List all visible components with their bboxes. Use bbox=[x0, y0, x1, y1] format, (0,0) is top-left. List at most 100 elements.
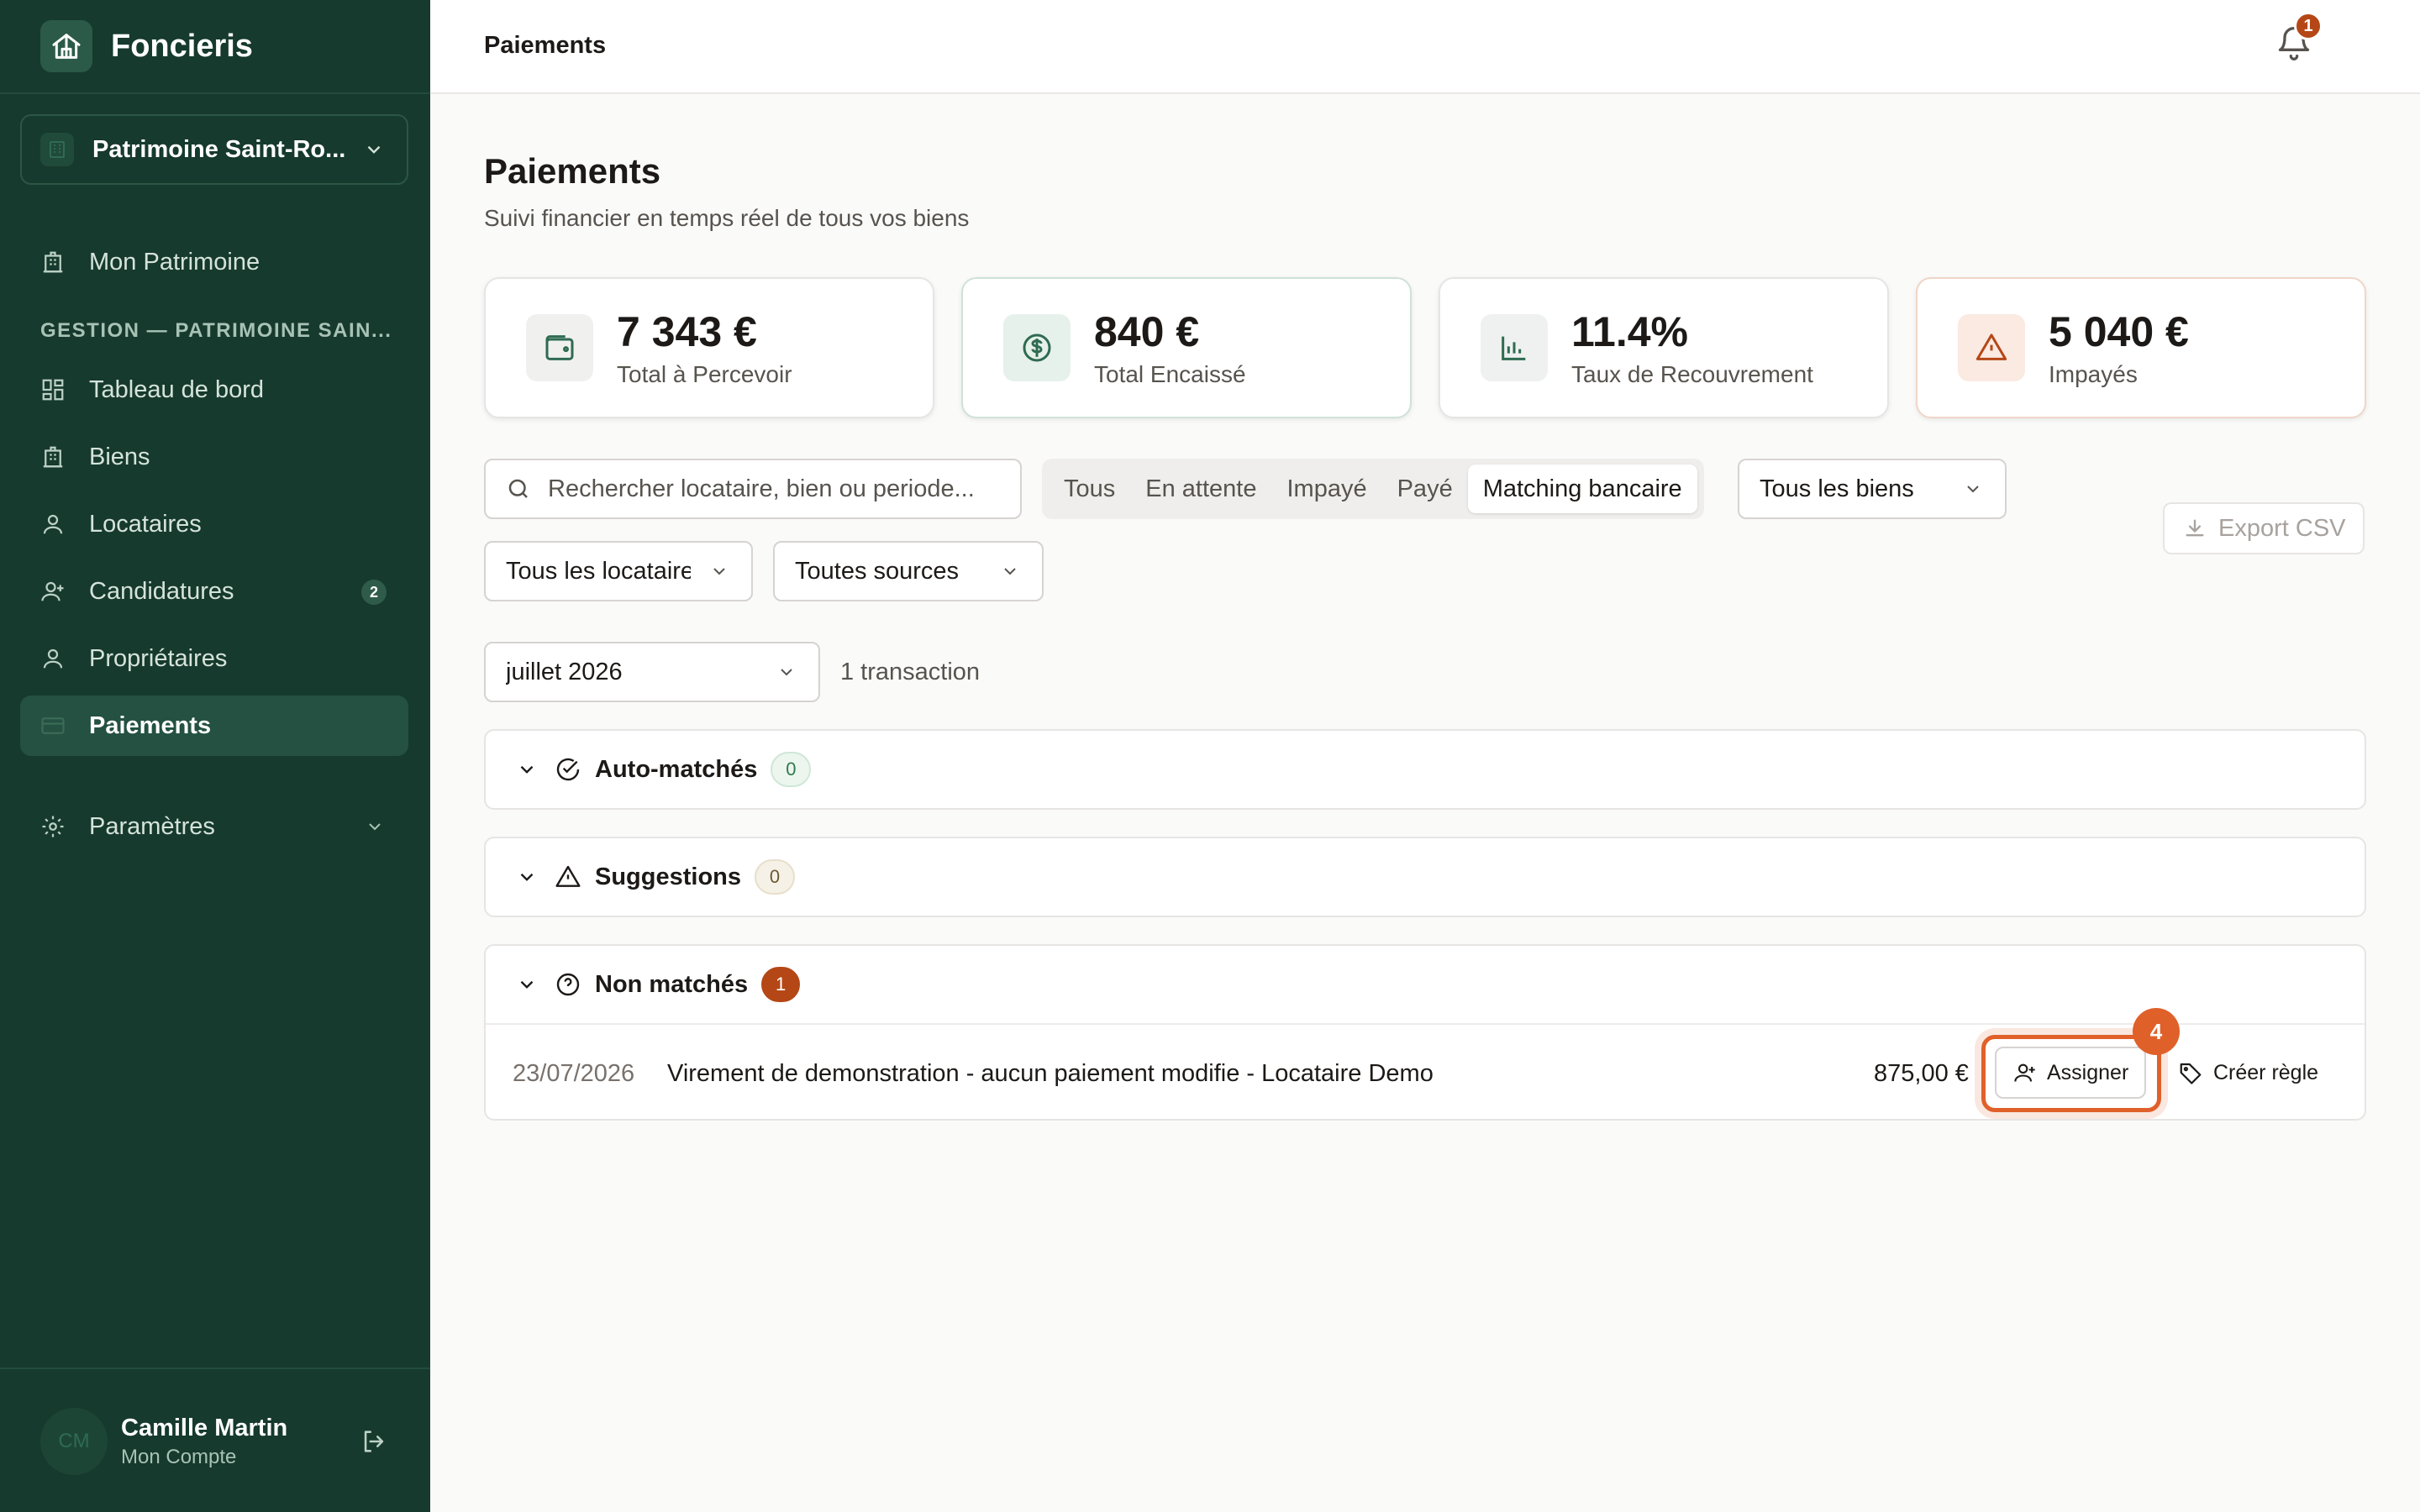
card-icon bbox=[39, 711, 67, 740]
export-label: Export CSV bbox=[2218, 514, 2346, 542]
kpi-card-taux-recouvrement: 11.4% Taux de Recouvrement bbox=[1439, 277, 1889, 418]
group-title: Non matchés bbox=[595, 970, 749, 998]
dollar-icon bbox=[1003, 314, 1071, 381]
chevron-down-icon bbox=[369, 823, 381, 831]
group-title: Suggestions bbox=[595, 863, 742, 890]
chevron-down-icon bbox=[781, 669, 792, 676]
select-value: juillet 2026 bbox=[506, 658, 623, 685]
sidebar-item-biens[interactable]: Biens bbox=[20, 427, 408, 487]
sidebar-item-paiements[interactable]: Paiements bbox=[20, 696, 408, 756]
house-logo-icon bbox=[40, 20, 92, 72]
warning-icon bbox=[1958, 314, 2025, 381]
sidebar-item-label: Tableau de bord bbox=[89, 375, 264, 403]
export-csv-button[interactable]: Export CSV bbox=[2163, 502, 2365, 554]
sidebar-item-label: Locataires bbox=[89, 510, 202, 538]
workspace-selector[interactable]: Patrimoine Saint-Ro... bbox=[20, 114, 408, 185]
sidebar-item-label: Biens bbox=[89, 443, 150, 470]
select-value: Toutes sources bbox=[795, 557, 960, 585]
sidebar-item-label: Mon Patrimoine bbox=[89, 248, 260, 276]
user-plus-icon bbox=[39, 577, 67, 606]
transaction-amount: 875,00 € bbox=[1874, 1060, 1969, 1087]
group-header[interactable]: Non matchés 1 bbox=[486, 946, 2365, 1025]
assign-label: Assigner bbox=[2047, 1060, 2129, 1084]
app-name: Foncieris bbox=[111, 28, 253, 64]
user-profile[interactable]: CM Camille Martin Mon Compte bbox=[40, 1401, 388, 1482]
search-icon bbox=[508, 479, 528, 498]
kpi-value: 11.4% bbox=[1571, 308, 1689, 355]
chevron-down-icon bbox=[713, 568, 725, 575]
workspace-name: Patrimoine Saint-Ro... bbox=[92, 135, 346, 163]
sidebar-item-tableau-de-bord[interactable]: Tableau de bord bbox=[20, 360, 408, 420]
kpi-value: 7 343 € bbox=[617, 308, 757, 355]
create-rule-label: Créer règle bbox=[2213, 1060, 2319, 1084]
step-badge: 4 bbox=[2133, 1008, 2180, 1055]
bar-chart-icon bbox=[1481, 314, 1548, 381]
notification-badge: 1 bbox=[2294, 12, 2323, 40]
topbar: Paiements 1 bbox=[430, 0, 2420, 94]
sidebar-item-mon-patrimoine[interactable]: Mon Patrimoine bbox=[20, 232, 408, 292]
sidebar-item-locataires[interactable]: Locataires bbox=[20, 494, 408, 554]
chevron-down-icon bbox=[520, 873, 534, 881]
status-tabs: Tous En attente Impayé Payé Matching ban… bbox=[1042, 459, 1704, 519]
download-icon bbox=[2186, 519, 2204, 537]
help-circle-icon bbox=[555, 971, 581, 998]
kpi-value: 840 € bbox=[1094, 308, 1200, 355]
tab-paye[interactable]: Payé bbox=[1382, 465, 1468, 513]
month-select[interactable]: juillet 2026 bbox=[484, 642, 820, 702]
sidebar-item-candidatures[interactable]: Candidatures 2 bbox=[20, 561, 408, 622]
group-auto-matches[interactable]: Auto-matchés 0 bbox=[484, 729, 2366, 810]
biens-select[interactable]: Tous les biens bbox=[1738, 459, 2007, 519]
logout-icon[interactable] bbox=[360, 1427, 388, 1456]
building-icon bbox=[40, 133, 74, 166]
sidebar-item-label: Paiements bbox=[89, 711, 212, 739]
tab-matching-bancaire[interactable]: Matching bancaire bbox=[1467, 465, 1697, 513]
dashboard-icon bbox=[39, 375, 67, 404]
user-icon bbox=[39, 644, 67, 673]
user-subtitle: Mon Compte bbox=[121, 1445, 237, 1468]
search-input[interactable]: Rechercher locataire, bien ou periode... bbox=[484, 459, 1022, 519]
sidebar: Foncieris Patrimoine Saint-Ro... Mon Pat… bbox=[0, 0, 430, 1512]
user-icon bbox=[39, 510, 67, 538]
group-suggestions[interactable]: Suggestions 0 bbox=[484, 837, 2366, 917]
group-non-matches: Non matchés 1 23/07/2026 Virement de dem… bbox=[484, 944, 2366, 1121]
kpi-value: 5 040 € bbox=[2049, 308, 2189, 355]
chevron-down-icon bbox=[1967, 486, 1979, 493]
topbar-title: Paiements bbox=[484, 32, 607, 59]
kpi-label: Total Encaissé bbox=[1094, 361, 1246, 387]
kpi-label: Taux de Recouvrement bbox=[1571, 361, 1813, 387]
kpi-label: Impayés bbox=[2049, 361, 2138, 387]
sidebar-item-label: Propriétaires bbox=[89, 644, 228, 672]
warning-icon bbox=[555, 864, 581, 890]
sidebar-item-proprietaires[interactable]: Propriétaires bbox=[20, 628, 408, 689]
page-subtitle: Suivi financier en temps réel de tous vo… bbox=[484, 205, 970, 231]
kpi-label: Total à Percevoir bbox=[617, 361, 792, 387]
sidebar-item-parametres[interactable]: Paramètres bbox=[20, 796, 408, 857]
group-count-badge: 0 bbox=[755, 859, 796, 895]
avatar: CM bbox=[40, 1408, 108, 1475]
create-rule-button[interactable]: Créer règle bbox=[2178, 1047, 2318, 1099]
wallet-icon bbox=[526, 314, 593, 381]
chevron-down-icon bbox=[367, 145, 381, 154]
sidebar-item-label: Candidatures bbox=[89, 577, 234, 605]
tab-tous[interactable]: Tous bbox=[1049, 465, 1130, 513]
app-logo[interactable]: Foncieris bbox=[40, 20, 253, 72]
tab-en-attente[interactable]: En attente bbox=[1130, 465, 1271, 513]
select-value: Tous les biens bbox=[1760, 475, 1914, 502]
tab-impaye[interactable]: Impayé bbox=[1271, 465, 1381, 513]
locataires-select[interactable]: Tous les locataires bbox=[484, 541, 753, 601]
chevron-down-icon bbox=[1004, 568, 1016, 575]
building-icon bbox=[39, 443, 67, 471]
check-circle-icon bbox=[555, 756, 581, 783]
user-name: Camille Martin bbox=[121, 1414, 288, 1441]
sidebar-item-label: Paramètres bbox=[89, 812, 215, 840]
user-plus-icon bbox=[2014, 1063, 2035, 1082]
assign-button[interactable]: Assigner bbox=[1995, 1047, 2146, 1099]
select-value: Tous les locataires bbox=[506, 557, 691, 585]
gear-icon bbox=[39, 812, 67, 841]
transaction-description: Virement de demonstration - aucun paieme… bbox=[667, 1060, 1434, 1087]
tag-icon bbox=[2180, 1063, 2202, 1084]
chevron-down-icon bbox=[520, 980, 534, 989]
sources-select[interactable]: Toutes sources bbox=[773, 541, 1044, 601]
sidebar-section-title: GESTION — PATRIMOINE SAIN... bbox=[40, 319, 392, 342]
group-count-badge: 0 bbox=[771, 752, 812, 787]
